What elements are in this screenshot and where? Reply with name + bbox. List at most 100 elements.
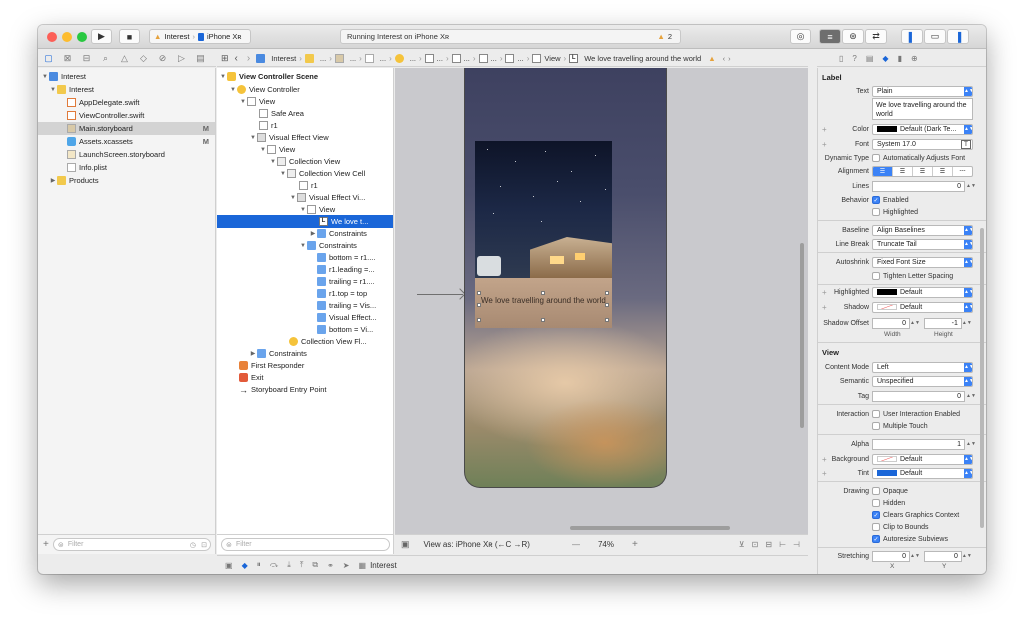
minimize-window-button[interactable] xyxy=(62,32,72,42)
disclosure-open-icon[interactable]: ▼ xyxy=(289,195,297,201)
autoresize-checkbox[interactable]: ✓ Autoresize Subviews xyxy=(872,535,948,543)
jump-segment[interactable]: ... xyxy=(517,54,523,63)
highlighted-checkbox[interactable]: Highlighted xyxy=(872,208,918,216)
add-icon[interactable]: + xyxy=(43,539,49,550)
connections-inspector-icon[interactable]: ⊕ xyxy=(911,54,918,63)
multiple-touch-checkbox[interactable]: Multiple Touch xyxy=(872,422,928,430)
font-field[interactable]: System 17.0 T xyxy=(872,138,973,150)
auto-adjusts-font-checkbox[interactable]: Automatically Adjusts Font xyxy=(872,154,965,162)
jump-current[interactable]: We love travelling around the world xyxy=(584,54,701,63)
pin-icon[interactable]: ⊢ xyxy=(779,540,786,549)
disclosure-open-icon[interactable]: ▼ xyxy=(269,159,277,165)
identity-inspector-icon[interactable]: ▤ xyxy=(866,54,874,63)
inspector-scrollbar[interactable] xyxy=(980,228,984,528)
jump-segment[interactable]: ... xyxy=(464,54,470,63)
chevron-left-icon[interactable]: ‹ xyxy=(723,54,726,63)
disclosure-closed-icon[interactable]: ▶ xyxy=(309,230,317,237)
lines-field[interactable]: 0 xyxy=(872,180,965,192)
toggle-debug-button[interactable]: ▭ xyxy=(924,29,946,44)
find-icon[interactable]: ⌕ xyxy=(100,53,111,64)
sidebar-toggle-icon[interactable]: ▣ xyxy=(401,539,410,550)
attributes-inspector-icon[interactable]: ◆ xyxy=(882,54,888,63)
line-break-popup[interactable]: Truncate Tail ▲▼ xyxy=(872,238,973,250)
resize-handle[interactable] xyxy=(605,291,609,295)
jump-segment[interactable]: ... xyxy=(380,54,386,63)
enabled-checkbox[interactable]: ✓ Enabled xyxy=(872,196,909,204)
disclosure-open-icon[interactable]: ▼ xyxy=(239,99,247,105)
run-button[interactable]: ▶ xyxy=(91,29,112,44)
nav-item-viewcontroller[interactable]: ViewController.swift xyxy=(38,109,215,122)
user-interaction-checkbox[interactable]: User Interaction Enabled xyxy=(872,410,960,418)
align-justify-icon[interactable]: ☰ xyxy=(933,166,953,176)
assistant-editor-button[interactable]: ⊛ xyxy=(842,29,864,44)
outline-item[interactable]: ▼ View Controller Scene xyxy=(217,70,393,83)
update-frames-icon[interactable]: ⊻ xyxy=(739,540,745,549)
help-inspector-icon[interactable]: ? xyxy=(852,54,856,63)
text-type-popup[interactable]: Plain ▲▼ xyxy=(872,85,973,97)
content-mode-popup[interactable]: Left ▲▼ xyxy=(872,361,973,373)
plus-icon[interactable]: + xyxy=(822,288,827,297)
shadow-color-popup[interactable]: Default ▲▼ xyxy=(872,301,973,313)
hide-debug-icon[interactable]: ▣ xyxy=(225,561,233,570)
back-button[interactable]: ‹ xyxy=(232,53,241,64)
nav-item-appdelegate[interactable]: AppDelegate.swift xyxy=(38,96,215,109)
caption-label[interactable]: We love travelling around the world xyxy=(481,296,607,306)
standard-editor-button[interactable]: ≡ xyxy=(819,29,841,44)
color-popup[interactable]: Default (Dark Te... ▲▼ xyxy=(872,123,973,135)
font-picker-icon[interactable]: T xyxy=(961,139,971,149)
collection-view-cell[interactable]: We love travelling around the world xyxy=(475,141,612,328)
stop-button[interactable]: ■ xyxy=(119,29,140,44)
resize-handle[interactable] xyxy=(541,291,545,295)
jump-segment[interactable]: ... xyxy=(350,54,356,63)
file-inspector-icon[interactable]: ▯ xyxy=(839,54,843,63)
step-into-icon[interactable]: ⤓ xyxy=(287,560,291,570)
version-editor-button[interactable]: ⇄ xyxy=(865,29,887,44)
stepper-icon[interactable]: ▲▼ xyxy=(966,441,976,447)
nav-item-group[interactable]: ▼ Interest xyxy=(38,83,215,96)
plus-icon[interactable]: + xyxy=(822,303,827,312)
shadow-width-field[interactable]: 0 xyxy=(872,317,910,329)
scene-view-controller[interactable]: We love travelling around the world xyxy=(464,68,667,488)
disclosure-open-icon[interactable]: ▼ xyxy=(259,147,267,153)
breakpoints-toggle-icon[interactable]: ◆ xyxy=(242,561,248,570)
scm-filter-icon[interactable]: ⊡ xyxy=(201,541,207,549)
scheme-selector[interactable]: ▲ Interest › iPhone Xʀ xyxy=(149,29,251,44)
zoom-out-button[interactable]: — xyxy=(572,540,580,549)
resize-handle[interactable] xyxy=(477,303,481,307)
align-icon[interactable]: ⊟ xyxy=(765,540,772,549)
text-content-field[interactable]: We love travelling around the world xyxy=(872,98,973,120)
symbol-icon[interactable]: ⊟ xyxy=(81,53,92,64)
resize-handle[interactable] xyxy=(605,303,609,307)
nav-item-infoplist[interactable]: Info.plist xyxy=(38,161,215,174)
hidden-checkbox[interactable]: Hidden xyxy=(872,499,905,507)
step-out-icon[interactable]: ⤒ xyxy=(300,560,304,570)
resize-handle[interactable] xyxy=(541,318,545,322)
toggle-navigator-button[interactable]: ▌ xyxy=(901,29,923,44)
horizontal-scrollbar[interactable] xyxy=(570,526,730,530)
highlighted-color-popup[interactable]: Default ▲▼ xyxy=(872,286,973,298)
test-icon[interactable]: ◇ xyxy=(138,53,149,64)
view-debugger-icon[interactable]: ⧉ xyxy=(312,560,318,570)
warnings-indicator[interactable]: ▲ 2 xyxy=(657,32,672,41)
disclosure-open-icon[interactable]: ▼ xyxy=(49,87,57,93)
chevron-right-icon[interactable]: › xyxy=(728,54,731,63)
alpha-field[interactable]: 1 xyxy=(872,438,965,450)
debug-target-label[interactable]: Interest xyxy=(370,561,397,570)
alignment-segmented-control[interactable]: ☰ ☰ ☰ ☰ --- xyxy=(872,165,973,177)
nav-item-main-storyboard[interactable]: Main.storyboard M xyxy=(38,122,215,135)
plus-icon[interactable]: + xyxy=(822,140,827,149)
jump-view[interactable]: View xyxy=(544,54,560,63)
stepper-icon[interactable]: ▲▼ xyxy=(966,183,976,189)
zoom-window-button[interactable] xyxy=(77,32,87,42)
library-button[interactable]: ◎ xyxy=(790,29,811,44)
nav-item-launchscreen[interactable]: LaunchScreen.storyboard xyxy=(38,148,215,161)
vertical-scrollbar[interactable] xyxy=(800,243,804,428)
disclosure-open-icon[interactable]: ▼ xyxy=(299,243,307,249)
disclosure-open-icon[interactable]: ▼ xyxy=(219,74,227,80)
jump-segment[interactable]: ... xyxy=(320,54,326,63)
memory-graph-icon[interactable]: ⚭ xyxy=(327,561,334,570)
background-color-popup[interactable]: Default ▲▼ xyxy=(872,453,973,465)
jump-segment[interactable]: ... xyxy=(437,54,443,63)
align-right-icon[interactable]: ☰ xyxy=(913,166,933,176)
resolve-autolayout-icon[interactable]: ⊣ xyxy=(793,540,800,549)
